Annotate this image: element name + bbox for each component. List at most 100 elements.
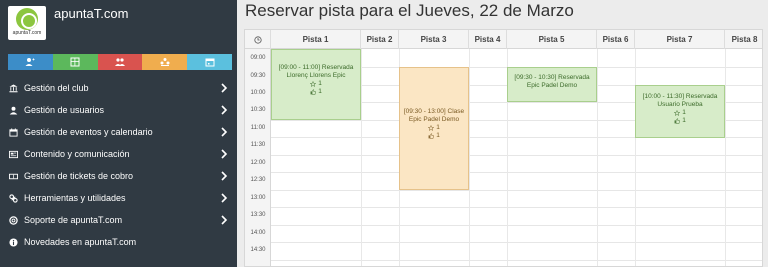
page-title: Reservar pista para el Jueves, 22 de Mar… <box>245 1 574 20</box>
add-user-icon <box>25 58 35 66</box>
grid-line <box>271 260 762 261</box>
sidebar-item-content[interactable]: Contenido y comunicación <box>0 143 237 165</box>
time-label: 12:30 <box>250 177 266 183</box>
event-likes: 1 <box>400 132 468 140</box>
sidebar-item-label: Novedades en apuntaT.com <box>24 237 137 247</box>
event-time: [09:30 - 10:30] Reservada <box>514 74 590 81</box>
stars-count: 1 <box>436 124 440 131</box>
likes-count: 1 <box>318 88 322 95</box>
sidebar-item-tickets[interactable]: Gestión de tickets de cobro <box>0 165 237 187</box>
star-icon <box>310 81 317 87</box>
event-likes: 1 <box>272 88 360 96</box>
event-stars: 1 <box>400 124 468 132</box>
group-icon <box>160 58 170 66</box>
court-schedule: Pista 1 Pista 2 Pista 3 Pista 4 Pista 5 … <box>244 29 763 267</box>
court-header-4: Pista 4 <box>469 30 507 49</box>
event-time: [09:30 - 13:00] Clase <box>403 108 465 115</box>
brand-header: apuntaT.com apuntaT.com <box>0 0 237 45</box>
sidebar-item-label: Herramientas y utilidades <box>24 193 126 203</box>
thumbs-up-icon <box>674 118 680 124</box>
court-header-1: Pista 1 <box>271 30 361 49</box>
sidebar-item-tools[interactable]: Herramientas y utilidades <box>0 187 237 209</box>
list-button[interactable] <box>52 54 98 70</box>
grid-line <box>597 49 598 266</box>
calendar-icon <box>8 127 18 137</box>
bank-icon <box>8 83 18 93</box>
sidebar-item-users[interactable]: Gestión de usuarios <box>0 99 237 121</box>
chevron-right-icon <box>221 215 228 225</box>
sidebar-menu: Gestión del club Gestión de usuarios Ges… <box>0 77 237 253</box>
time-label: 13:00 <box>250 195 266 201</box>
event-owner: Epic Padel Demo <box>526 82 578 89</box>
reservation-event[interactable]: [10:00 - 11:30] Reservada Usuario Prueba… <box>635 85 725 138</box>
stars-count: 1 <box>682 109 686 116</box>
event-owner: Usuario Prueba <box>657 101 703 108</box>
user-icon <box>8 105 18 115</box>
brand-name[interactable]: apuntaT.com <box>54 6 128 21</box>
wrench-icon <box>8 193 18 203</box>
users-icon <box>114 58 125 66</box>
lifebuoy-icon <box>8 215 18 225</box>
sidebar-item-news[interactable]: Novedades en apuntaT.com <box>0 231 237 253</box>
court-header-5: Pista 5 <box>507 30 597 49</box>
grid-line <box>725 49 726 266</box>
reservation-event[interactable]: [09:00 - 11:00] Reservada Llorenç Lloren… <box>271 49 361 120</box>
event-likes: 1 <box>636 117 724 125</box>
class-event[interactable]: [09:30 - 13:00] Clase Epic Padel Demo 1 … <box>399 67 469 190</box>
star-icon <box>428 125 435 131</box>
ticket-icon <box>8 171 18 181</box>
sidebar-item-events[interactable]: Gestión de eventos y calendario <box>0 121 237 143</box>
sidebar-item-club[interactable]: Gestión del club <box>0 77 237 99</box>
grid-line <box>271 225 762 226</box>
schedule-header: Pista 1 Pista 2 Pista 3 Pista 4 Pista 5 … <box>245 30 762 49</box>
users-button[interactable] <box>97 54 143 70</box>
sidebar-item-label: Gestión de eventos y calendario <box>24 127 153 137</box>
calendar-icon <box>205 58 215 67</box>
time-label: 12:00 <box>250 160 266 166</box>
chevron-right-icon <box>221 193 228 203</box>
add-user-button[interactable] <box>8 54 53 70</box>
logo-mark-icon <box>16 8 38 30</box>
reservation-event[interactable]: [09:30 - 10:30] Reservada Epic Padel Dem… <box>507 67 597 102</box>
court-header-8: Pista 8 <box>731 35 758 44</box>
group-button[interactable] <box>142 54 188 70</box>
court-header-7: Pista 7 <box>635 30 725 49</box>
time-label: 11:00 <box>250 125 266 131</box>
list-icon <box>70 57 80 67</box>
thumbs-up-icon <box>310 89 316 95</box>
event-time: [10:00 - 11:30] Reservada <box>642 93 718 100</box>
time-label: 13:30 <box>250 212 266 218</box>
sidebar-item-label: Gestión del club <box>24 83 89 93</box>
quick-actions-bar <box>8 54 232 70</box>
grid-line <box>271 172 762 173</box>
chevron-right-icon <box>221 105 228 115</box>
star-icon <box>674 110 681 116</box>
clock-icon <box>253 35 262 44</box>
time-label: 11:30 <box>250 142 266 148</box>
stars-count: 1 <box>318 80 322 87</box>
newspaper-icon <box>8 149 18 159</box>
event-owner: Epic Padel Demo <box>408 116 460 123</box>
calendar-button[interactable] <box>187 54 232 70</box>
time-label: 10:00 <box>250 90 266 96</box>
time-label: 09:30 <box>250 73 266 79</box>
grid-line <box>271 190 762 191</box>
club-logo[interactable]: apuntaT.com <box>8 6 46 40</box>
sidebar-item-label: Gestión de tickets de cobro <box>24 171 134 181</box>
time-label: 14:30 <box>250 247 266 253</box>
court-header-2: Pista 2 <box>361 30 399 49</box>
event-time: [09:00 - 11:00] Reservada <box>278 64 354 71</box>
grid-line <box>271 155 762 156</box>
chevron-right-icon <box>221 83 228 93</box>
grid-line <box>361 49 362 266</box>
sidebar-item-support[interactable]: Soporte de apuntaT.com <box>0 209 237 231</box>
likes-count: 1 <box>436 132 440 139</box>
time-label: 10:30 <box>250 107 266 113</box>
thumbs-up-icon <box>428 133 434 139</box>
chevron-right-icon <box>221 149 228 159</box>
sidebar: apuntaT.com apuntaT.com Gestión del club… <box>0 0 237 267</box>
grid-line <box>469 49 470 266</box>
event-stars: 1 <box>272 80 360 88</box>
grid-line <box>635 49 636 266</box>
clock-header <box>245 30 271 49</box>
